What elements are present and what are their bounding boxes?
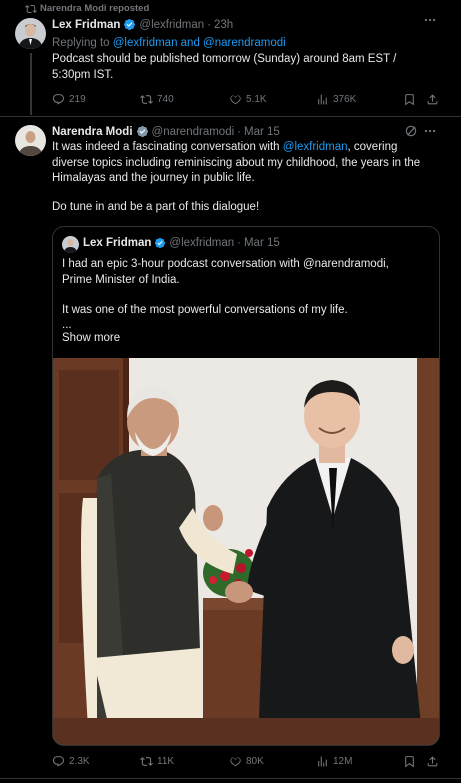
like-icon xyxy=(229,93,242,106)
like-count: 5.1K xyxy=(246,93,267,105)
verified-badge-icon xyxy=(154,237,166,249)
like-button[interactable]: 80K xyxy=(229,755,264,768)
replying-prefix: Replying to xyxy=(52,37,110,49)
author-name[interactable]: Narendra Modi xyxy=(52,126,133,138)
separator-dot: · xyxy=(237,125,241,138)
grok-icon[interactable] xyxy=(404,124,418,138)
repost-label: Narendra Modi reposted xyxy=(40,3,150,14)
avatar[interactable] xyxy=(15,18,46,49)
views-count: 376K xyxy=(333,93,357,105)
replying-to: Replying to @lexfridman and @narendramod… xyxy=(52,36,432,52)
tweet-text: It was indeed a fascinating conversation… xyxy=(52,140,432,187)
timestamp[interactable]: 23h xyxy=(214,19,233,31)
bookmark-button[interactable] xyxy=(403,755,416,768)
author-handle[interactable]: @lexfridman xyxy=(139,19,204,31)
tweet-text-2: Do tune in and be a part of this dialogu… xyxy=(52,201,260,213)
separator-dot: · xyxy=(207,18,211,31)
timestamp[interactable]: Mar 15 xyxy=(244,126,280,138)
reply-icon xyxy=(52,93,65,106)
repost-count: 740 xyxy=(157,93,174,105)
tweet-header: Narendra Modi @narendramodi · Mar 15 xyxy=(52,125,280,138)
quote-author-handle: @lexfridman xyxy=(169,237,235,249)
tweet-header: Lex Fridman @lexfridman · 23h xyxy=(52,18,233,31)
mention-link[interactable]: @lexfridman xyxy=(283,141,348,153)
bookmark-button[interactable] xyxy=(403,93,416,106)
quote-tweet[interactable]: Lex Fridman @lexfridman · Mar 15 I had a… xyxy=(52,226,440,746)
repost-header[interactable]: Narendra Modi reposted xyxy=(25,3,150,14)
verified-badge-icon xyxy=(123,18,136,31)
like-icon xyxy=(229,755,242,768)
reply-button[interactable]: 2.3K xyxy=(52,755,90,768)
avatar[interactable] xyxy=(15,125,46,156)
more-icon[interactable] xyxy=(423,124,437,138)
reply-count: 2.3K xyxy=(69,755,90,767)
action-bar: 219 740 5.1K 376K xyxy=(0,91,461,107)
quote-avatar xyxy=(62,236,79,253)
tweet-text-part: It was indeed a fascinating conversation… xyxy=(52,141,283,153)
author-handle[interactable]: @narendramodi xyxy=(152,126,235,138)
author-name[interactable]: Lex Fridman xyxy=(52,19,120,31)
quote-header: Lex Fridman @lexfridman · Mar 15 xyxy=(83,237,280,249)
replying-mentions[interactable]: @lexfridman and @narendramodi xyxy=(113,37,286,49)
repost-button[interactable]: 11K xyxy=(140,755,174,768)
repost-button[interactable]: 740 xyxy=(140,93,174,106)
share-icon xyxy=(426,755,439,768)
views-count: 12M xyxy=(333,755,353,767)
bookmark-icon xyxy=(403,755,416,768)
repost-icon xyxy=(140,93,153,106)
tweet-text: Podcast should be published tomorrow (Su… xyxy=(52,53,397,81)
like-count: 80K xyxy=(246,755,264,767)
repost-count: 11K xyxy=(157,755,175,767)
quote-author-name: Lex Fridman xyxy=(83,237,152,249)
repost-icon xyxy=(140,755,153,768)
share-icon xyxy=(426,93,439,106)
divider xyxy=(0,778,461,779)
like-button[interactable]: 5.1K xyxy=(229,93,267,106)
quote-text: I had an epic 3-hour podcast conversatio… xyxy=(62,258,389,286)
share-button[interactable] xyxy=(426,755,439,768)
reply-icon xyxy=(52,755,65,768)
share-button[interactable] xyxy=(426,93,439,106)
repost-icon xyxy=(25,3,37,15)
reply-count: 219 xyxy=(69,93,86,105)
views-button[interactable]: 12M xyxy=(316,755,352,768)
bookmark-icon xyxy=(403,93,416,106)
verified-badge-icon xyxy=(136,125,149,138)
quote-photo[interactable] xyxy=(53,358,439,745)
divider xyxy=(0,116,461,117)
reply-button[interactable]: 219 xyxy=(52,93,86,106)
quote-text-2: It was one of the most powerful conversa… xyxy=(62,304,348,316)
views-icon xyxy=(316,755,329,768)
more-icon[interactable] xyxy=(423,13,437,27)
action-bar: 2.3K 11K 80K 12M xyxy=(0,753,461,769)
show-more-link[interactable]: Show more xyxy=(62,331,120,347)
separator-dot: · xyxy=(237,237,241,249)
views-icon xyxy=(316,93,329,106)
views-button[interactable]: 376K xyxy=(316,93,356,106)
quote-timestamp: Mar 15 xyxy=(243,237,280,249)
